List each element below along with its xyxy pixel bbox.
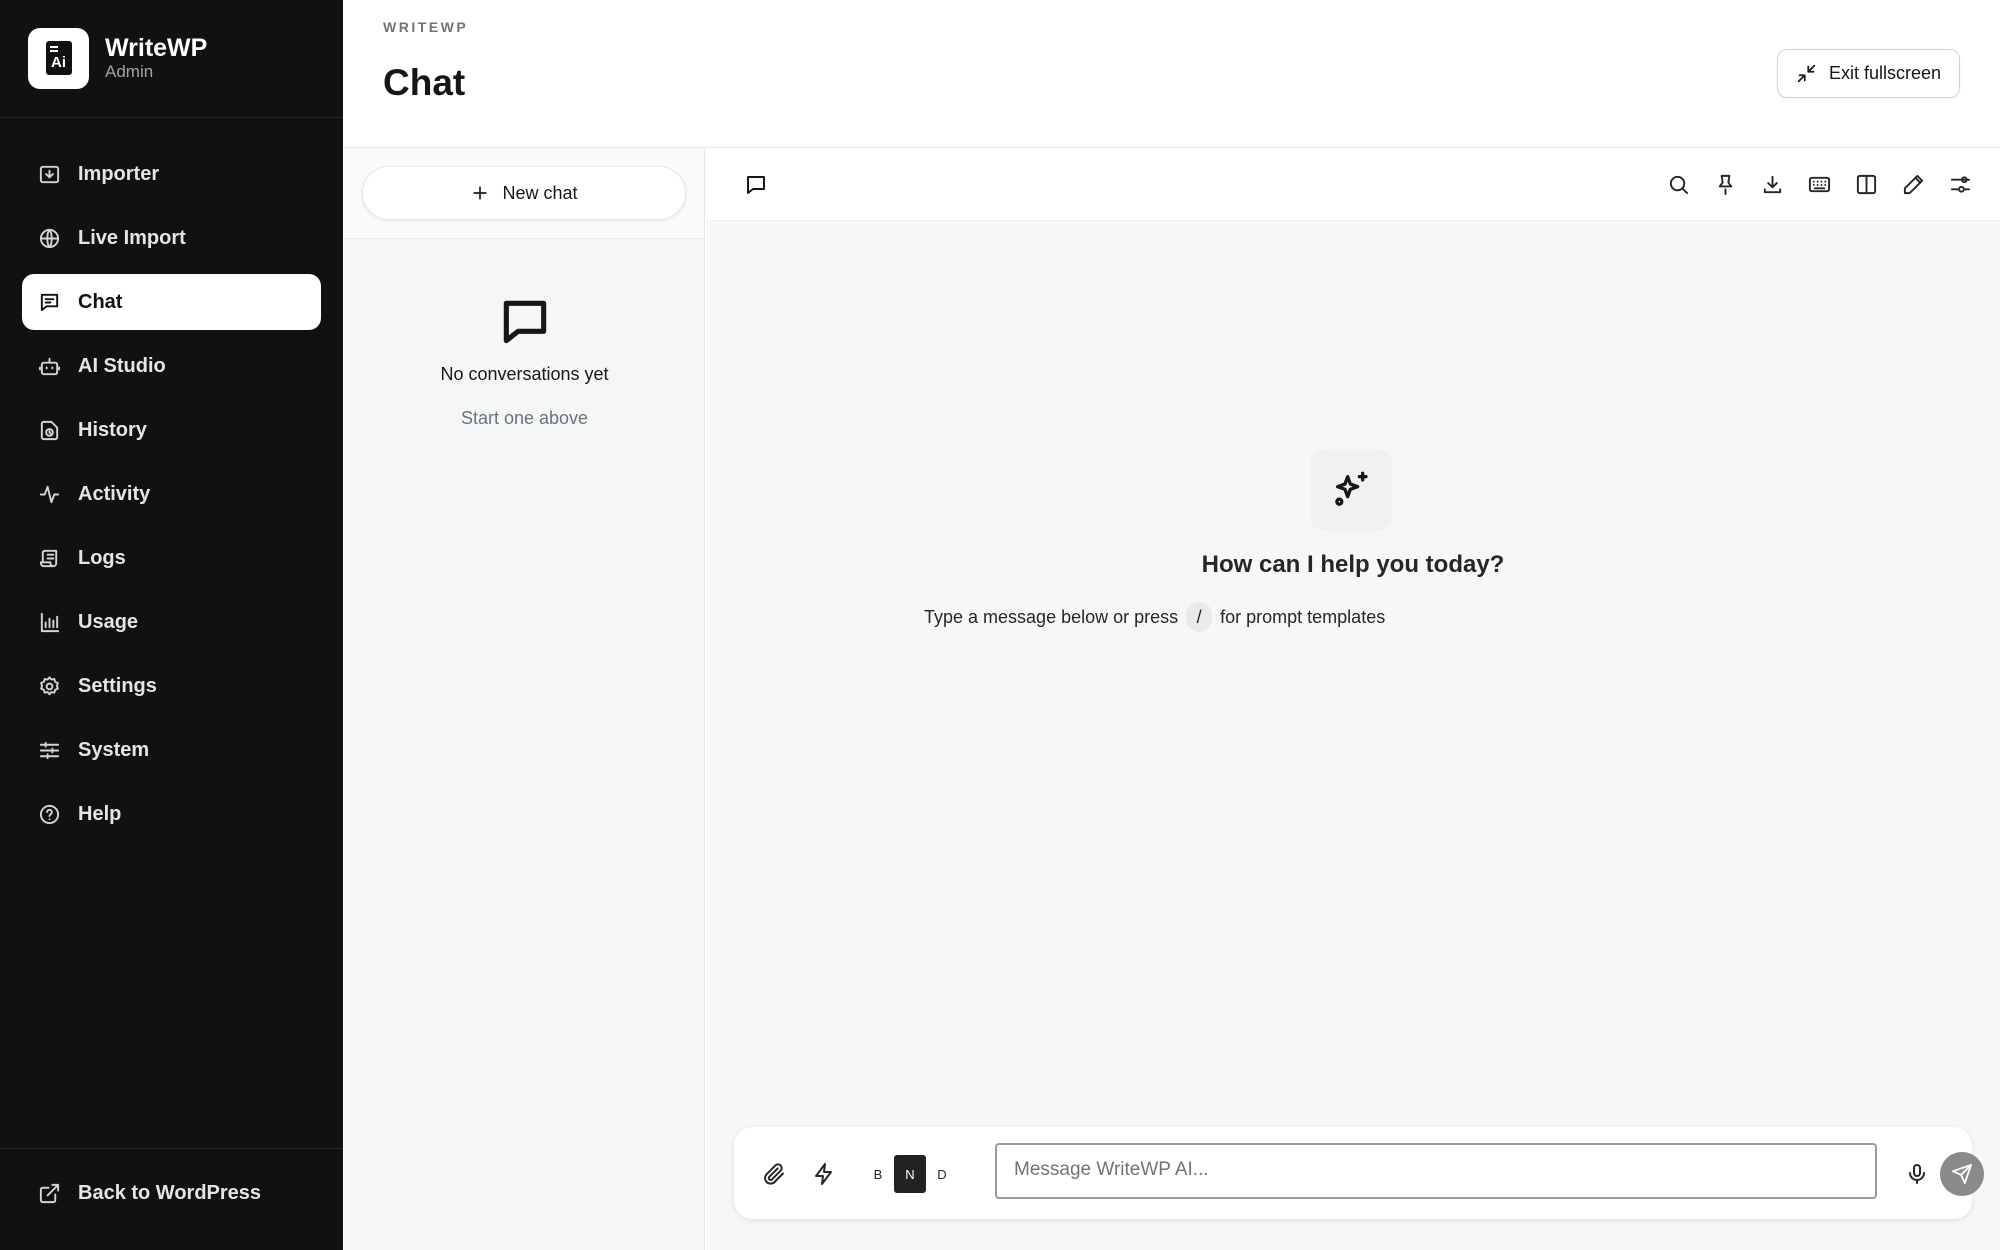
mode-d-button[interactable]: D (926, 1155, 958, 1193)
robot-icon (38, 357, 61, 375)
welcome-title: How can I help you today? (1201, 551, 1505, 578)
sidebar-item-label: AI Studio (78, 354, 166, 377)
back-to-wordpress-link[interactable]: Back to WordPress (38, 1182, 261, 1205)
logo: Ai (28, 27, 89, 89)
send-icon (1951, 1163, 1973, 1185)
logo-mark: Ai (45, 41, 72, 75)
brand-name: WriteWP (105, 34, 208, 62)
sidebar-item-live-import[interactable]: Live Import (22, 210, 321, 266)
new-chat-label: New chat (502, 182, 578, 203)
plus-icon (473, 186, 488, 200)
brand[interactable]: Ai WriteWP Admin (28, 27, 208, 89)
chat-lines-icon (40, 293, 59, 311)
pin-icon[interactable] (1714, 173, 1737, 196)
breadcrumb: WRITEWP (383, 19, 469, 35)
sidebar-item-history[interactable]: History (22, 402, 321, 458)
sidebar-item-label: System (78, 738, 150, 761)
back-to-wordpress-label: Back to WordPress (78, 1182, 262, 1204)
settings-toggle-icon[interactable] (1949, 173, 1972, 196)
microphone-icon[interactable] (1905, 1162, 1929, 1186)
sidebar-item-activity[interactable]: Activity (22, 466, 321, 522)
empty-conversations-title: No conversations yet (440, 364, 609, 384)
sidebar-divider (0, 1148, 343, 1149)
sidebar-item-system[interactable]: System (22, 722, 321, 778)
conversation-list-panel: New chat No conversations yet Start one … (344, 149, 705, 1250)
chat-bubble-icon (503, 300, 546, 344)
page-header: WRITEWP Chat Exit fullscreen (344, 0, 2000, 148)
bar-chart-icon (40, 612, 60, 632)
scroll-icon (39, 549, 58, 567)
sidebar-item-importer[interactable]: Importer (22, 146, 321, 202)
message-composer: B N D (734, 1127, 1984, 1219)
minimize-icon (1797, 64, 1816, 83)
send-button[interactable] (1940, 1152, 1984, 1196)
sidebar-item-logs[interactable]: Logs (22, 530, 321, 586)
mode-n-button[interactable]: N (894, 1155, 926, 1193)
sidebar-item-label: Settings (78, 674, 157, 697)
exit-fullscreen-label: Exit fullscreen (1828, 63, 1941, 83)
mode-selector: B N D (862, 1155, 958, 1193)
empty-conversations: No conversations yet Start one above (344, 294, 705, 429)
globe-icon (39, 228, 60, 248)
toggle-conversations-icon[interactable] (744, 173, 768, 197)
sparkles-icon (1335, 471, 1368, 506)
welcome-hint: Type a message below or press / for prom… (924, 602, 1385, 632)
pulse-icon (39, 485, 60, 503)
sidebar-item-usage[interactable]: Usage (22, 594, 321, 650)
hint-text: for prompt templates (1220, 606, 1386, 627)
mode-b-button[interactable]: B (862, 1155, 894, 1193)
page-title: Chat (383, 62, 466, 103)
sidebar-item-label: Importer (78, 162, 160, 185)
help-circle-icon (39, 804, 60, 824)
exit-fullscreen-button[interactable]: Exit fullscreen (1776, 49, 1960, 98)
sidebar-item-help[interactable]: Help (22, 786, 321, 842)
conversation-list-header: New chat (344, 149, 704, 239)
message-input[interactable] (995, 1143, 1877, 1199)
gear-icon (40, 675, 59, 695)
chat-toolbar (706, 149, 2000, 221)
new-chat-button[interactable]: New chat (362, 166, 686, 220)
empty-conversations-subtitle: Start one above (460, 408, 589, 428)
import-icon (39, 165, 60, 183)
hint-text: Type a message below or press (924, 606, 1179, 627)
sidebar-item-label: Usage (78, 610, 139, 633)
download-icon[interactable] (1761, 173, 1784, 196)
sidebar-item-label: History (78, 418, 147, 441)
sidebar-item-ai-studio[interactable]: AI Studio (22, 338, 321, 394)
history-icon (40, 420, 59, 440)
sidebar-item-label: Live Import (78, 226, 186, 249)
paperclip-icon[interactable] (762, 1162, 786, 1186)
sidebar-item-chat[interactable]: Chat (22, 274, 321, 330)
sidebar-item-label: Activity (78, 482, 151, 505)
sidebar-divider (0, 117, 343, 118)
external-link-icon (39, 1183, 60, 1204)
sidebar: Ai WriteWP Admin Importer Live Import Ch… (0, 0, 343, 1250)
lightning-icon[interactable] (812, 1162, 836, 1186)
brand-subtitle: Admin (105, 62, 154, 81)
slash-key-badge: / (1186, 602, 1213, 632)
search-icon[interactable] (1667, 173, 1690, 196)
sliders-icon (39, 741, 60, 759)
sparkle-badge (1310, 449, 1392, 531)
edit-icon[interactable] (1902, 173, 1925, 196)
sidebar-item-label: Chat (78, 290, 123, 313)
sidebar-nav: Importer Live Import Chat AI Studio Hist… (22, 146, 321, 850)
sidebar-item-settings[interactable]: Settings (22, 658, 321, 714)
split-view-icon[interactable] (1855, 173, 1878, 196)
chat-area: How can I help you today? Type a message… (706, 149, 2000, 1250)
keyboard-icon[interactable] (1808, 173, 1831, 196)
sidebar-item-label: Help (78, 802, 122, 825)
sidebar-item-label: Logs (78, 546, 126, 569)
